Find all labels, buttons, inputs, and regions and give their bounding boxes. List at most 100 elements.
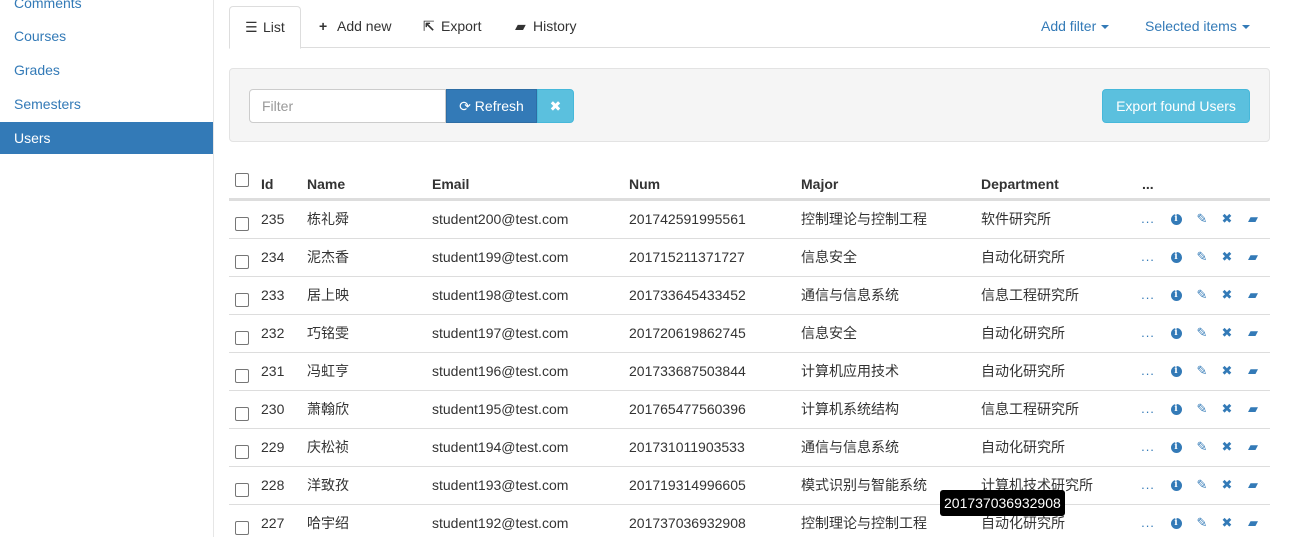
pencil-icon[interactable]: ✎ [1193,353,1211,389]
cell-department: 自动化研究所 [981,363,1065,379]
cell-id: 229 [261,439,285,455]
pencil-icon[interactable]: ✎ [1193,505,1211,541]
tab-export[interactable]: ⇱ Export [408,6,496,48]
book-icon[interactable]: ▰ [1244,315,1262,351]
pencil-icon[interactable]: ✎ [1193,315,1211,351]
row-checkbox[interactable] [235,483,249,497]
row-actions: ... i ✎ ✖ ▰ [1139,201,1270,237]
info-icon[interactable]: i [1167,239,1185,275]
add-filter-label: Add filter [1041,18,1097,34]
row-checkbox[interactable] [235,331,249,345]
table-row: 232 巧铭雯 student197@test.com 201720619862… [229,314,1270,352]
filter-input[interactable] [249,89,446,123]
tab-history-label: History [533,18,577,34]
cell-num: 201737036932908 [629,515,746,531]
pencil-icon[interactable]: ✎ [1193,467,1211,503]
pencil-icon[interactable]: ✎ [1193,201,1211,237]
delete-icon[interactable]: ✖ [1218,429,1236,465]
book-icon[interactable]: ▰ [1244,505,1262,541]
selected-items-label: Selected items [1145,18,1237,34]
cell-department: 软件研究所 [981,211,1051,227]
sidebar-item-users[interactable]: Users [0,122,213,154]
cell-email: student199@test.com [432,249,569,265]
clear-filter-button[interactable]: ✖ [537,89,574,123]
book-icon[interactable]: ▰ [1244,391,1262,427]
delete-icon[interactable]: ✖ [1218,315,1236,351]
add-filter-dropdown[interactable]: Add filter [1026,6,1124,48]
tab-add-new[interactable]: + Add new [304,6,406,48]
select-all-checkbox[interactable] [235,173,249,187]
refresh-button[interactable]: ⟳ Refresh [446,89,537,123]
pencil-icon[interactable]: ✎ [1193,277,1211,313]
cell-department: 自动化研究所 [981,439,1065,455]
export-found-label: Export found Users [1116,98,1236,114]
tab-list[interactable]: ☰ List [229,6,301,49]
plus-icon: + [319,18,328,34]
delete-icon[interactable]: ✖ [1218,467,1236,503]
book-icon[interactable]: ▰ [1244,467,1262,503]
tab-list-label: List [263,19,285,35]
more-actions-button[interactable]: ... [1139,277,1157,313]
cell-department: 自动化研究所 [981,249,1065,265]
book-icon[interactable]: ▰ [1244,239,1262,275]
row-checkbox[interactable] [235,369,249,383]
info-icon[interactable]: i [1167,429,1185,465]
info-icon[interactable]: i [1167,467,1185,503]
sidebar-item-courses[interactable]: Courses [0,20,213,52]
pencil-icon[interactable]: ✎ [1193,391,1211,427]
refresh-icon: ⟳ [459,98,471,114]
header-email[interactable]: Email [432,164,469,200]
book-icon[interactable]: ▰ [1244,429,1262,465]
pencil-icon[interactable]: ✎ [1193,239,1211,275]
row-checkbox[interactable] [235,521,249,535]
info-icon[interactable]: i [1167,505,1185,541]
row-checkbox[interactable] [235,445,249,459]
more-actions-button[interactable]: ... [1139,315,1157,351]
sidebar-item-semesters[interactable]: Semesters [0,88,213,120]
selected-items-dropdown[interactable]: Selected items [1130,6,1265,48]
header-num[interactable]: Num [629,164,660,200]
more-actions-button[interactable]: ... [1139,353,1157,389]
sidebar-item-grades[interactable]: Grades [0,54,213,86]
table-row: 234 泥杰香 student199@test.com 201715211371… [229,238,1270,276]
more-actions-button[interactable]: ... [1139,201,1157,237]
delete-icon[interactable]: ✖ [1218,391,1236,427]
sidebar-item-comments[interactable]: Comments [0,0,213,19]
more-actions-button[interactable]: ... [1139,467,1157,503]
row-checkbox[interactable] [235,293,249,307]
delete-icon[interactable]: ✖ [1218,201,1236,237]
row-checkbox[interactable] [235,217,249,231]
cell-email: student200@test.com [432,211,569,227]
cell-id: 228 [261,477,285,493]
info-icon[interactable]: i [1167,277,1185,313]
delete-icon[interactable]: ✖ [1218,239,1236,275]
delete-icon[interactable]: ✖ [1218,277,1236,313]
header-department[interactable]: Department [981,164,1059,200]
book-icon[interactable]: ▰ [1244,277,1262,313]
cell-num: 201719314996605 [629,477,746,493]
info-icon[interactable]: i [1167,315,1185,351]
more-actions-button[interactable]: ... [1139,429,1157,465]
more-actions-button[interactable]: ... [1139,505,1157,541]
header-name[interactable]: Name [307,164,345,200]
tooltip: 201737036932908 [940,490,1065,516]
row-checkbox[interactable] [235,255,249,269]
info-icon[interactable]: i [1167,391,1185,427]
header-major[interactable]: Major [801,164,838,200]
info-icon[interactable]: i [1167,353,1185,389]
row-checkbox[interactable] [235,407,249,421]
cell-major: 信息安全 [801,325,857,341]
cell-num: 201720619862745 [629,325,746,341]
more-actions-button[interactable]: ... [1139,391,1157,427]
header-id[interactable]: Id [261,164,273,200]
info-icon[interactable]: i [1167,201,1185,237]
export-found-users-button[interactable]: Export found Users [1102,89,1250,123]
pencil-icon[interactable]: ✎ [1193,429,1211,465]
delete-icon[interactable]: ✖ [1218,353,1236,389]
book-icon[interactable]: ▰ [1244,201,1262,237]
book-icon[interactable]: ▰ [1244,353,1262,389]
more-actions-button[interactable]: ... [1139,239,1157,275]
delete-icon[interactable]: ✖ [1218,505,1236,541]
caret-down-icon [1241,25,1250,30]
tab-history[interactable]: ▰ History [500,6,592,48]
